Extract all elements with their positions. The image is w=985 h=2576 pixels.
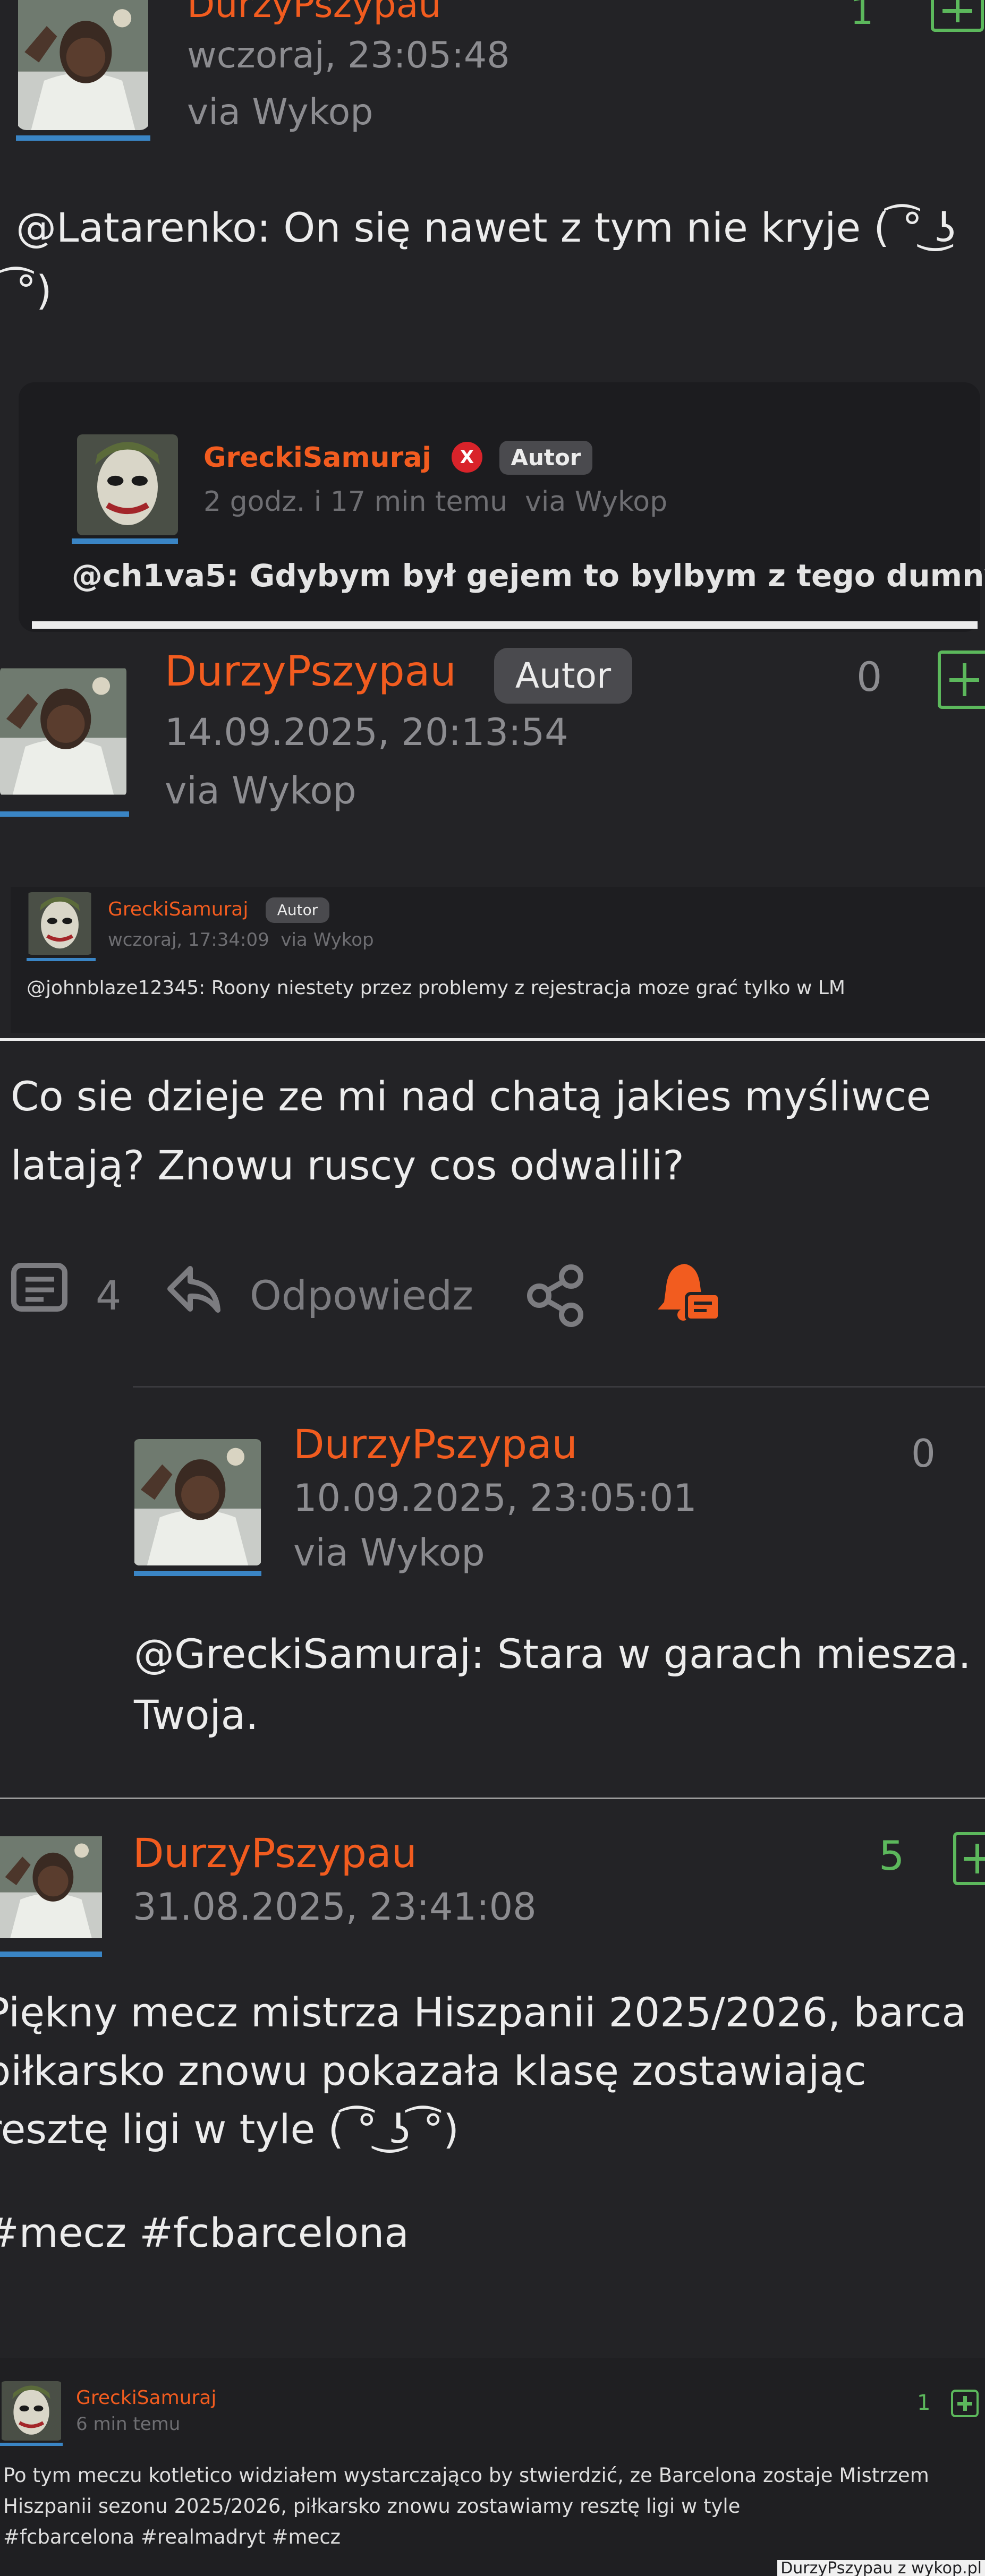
quoted-post-body: @johnblaze12345: Roony niestety przez pr… (27, 977, 845, 999)
author-name[interactable]: DurzyPszypau (187, 0, 441, 26)
author-badge: Autor (266, 897, 329, 923)
post-body-line: Piękny mecz mistrza Hiszpanii 2025/2026,… (0, 1989, 967, 2036)
post-via: via Wykop (187, 91, 373, 133)
avatar[interactable] (0, 2381, 63, 2441)
quoted-post-time: wczoraj, 17:34:09 via Wykop (108, 929, 374, 951)
reply-time: 10.09.2025, 23:05:01 (293, 1476, 697, 1520)
avatar[interactable] (16, 0, 150, 130)
post-time: 14.09.2025, 20:13:54 (165, 711, 568, 754)
avatar[interactable] (0, 666, 126, 797)
post-time: 6 min temu (76, 2414, 181, 2435)
post-body-line: latają? Znowu ruscy cos odwalili? (11, 1142, 684, 1189)
screenshot-2: DurzyPszypau Autor 14.09.2025, 20:13:54 … (0, 632, 985, 1800)
avatar[interactable] (27, 892, 93, 955)
author-badge: Autor (494, 648, 632, 704)
reply-thread-line (133, 1386, 985, 1388)
quoted-post-time: 2 godz. i 17 min temu via Wykop (203, 486, 668, 518)
avatar[interactable] (134, 1439, 261, 1565)
reply-button[interactable]: Odpowiedz (165, 1261, 494, 1325)
notification-bell-icon[interactable] (653, 1259, 723, 1328)
avatar[interactable] (0, 1824, 102, 1950)
avatar-underline (27, 958, 96, 961)
post-body-line: Co sie dzieje ze mi nad chatą jakies myś… (11, 1073, 931, 1120)
comments-icon (11, 1263, 67, 1312)
screenshot-4: GreckiSamuraj 6 min temu 1 Po tym meczu … (0, 2358, 985, 2576)
share-icon[interactable] (523, 1264, 592, 1328)
author-name[interactable]: DurzyPszypau (133, 1829, 417, 1877)
reply-body-line: Twoja. (134, 1691, 259, 1739)
status-x-icon: X (452, 442, 482, 473)
upvote-plus-icon[interactable] (938, 651, 985, 709)
post-body-line: Po tym meczu kotletico widziałem wystarc… (3, 2464, 929, 2487)
avatar-underline (72, 538, 178, 544)
screenshot-3: DurzyPszypau 31.08.2025, 23:41:08 5 Pięk… (0, 1800, 985, 2358)
divider (0, 1038, 985, 1041)
quoted-post-card: GreckiSamuraj Autor wczoraj, 17:34:09 vi… (11, 887, 985, 1033)
quoted-post-body: @ch1va5: Gdybym był gejem to bylbym z te… (72, 558, 985, 594)
vote-count: 1 (917, 2391, 931, 2415)
mention-link[interactable]: @ch1va5 (72, 558, 226, 594)
reply-icon (167, 1266, 220, 1313)
author-name[interactable]: DurzyPszypau (165, 648, 456, 696)
quoted-post-card: GreckiSamuraj X Autor 2 godz. i 17 min t… (19, 382, 985, 632)
vote-count: 0 (856, 653, 882, 700)
reply-label: Odpowiedz (250, 1272, 473, 1319)
comments-button[interactable]: 4 (11, 1261, 133, 1325)
avatar-underline (16, 135, 150, 141)
reply-via: via Wykop (293, 1531, 485, 1574)
vote-count: 1 (850, 0, 874, 33)
mention-link[interactable]: @GreckiSamuraj (134, 1630, 471, 1678)
post-time: wczoraj, 23:05:48 (187, 35, 510, 76)
reply-body-line: @GreckiSamuraj: Stara w garach miesza. (134, 1630, 971, 1678)
author-name[interactable]: GreckiSamuraj (76, 2387, 216, 2409)
upvote-plus-icon[interactable] (931, 0, 984, 32)
comments-count: 4 (96, 1272, 122, 1319)
reply-vote-count: 0 (911, 1431, 936, 1476)
quoted-author-name[interactable]: GreckiSamuraj (108, 898, 248, 920)
post-body: @Latarenko: On się nawet z tym nie kryje… (16, 204, 956, 314)
mention-link[interactable]: @Latarenko (16, 204, 257, 251)
mention-link[interactable]: @johnblaze12345 (27, 977, 199, 999)
post-body-line: piłkarsko znowu pokazała klasę zostawiaj… (0, 2047, 867, 2094)
avatar-underline (0, 1952, 102, 1957)
watermark: DurzyPszypau z wykop.pl (777, 2560, 985, 2576)
avatar-underline (0, 811, 129, 817)
avatar-underline (134, 1571, 261, 1576)
upvote-plus-icon[interactable] (953, 1832, 985, 1885)
post-tags[interactable]: #fcbarcelona #realmadryt #mecz (3, 2526, 341, 2548)
divider (0, 1798, 985, 1799)
avatar[interactable] (77, 434, 178, 535)
vote-count: 5 (879, 1832, 905, 1879)
post-body-line: Hiszpanii sezonu 2025/2026, piłkarsko zn… (3, 2495, 741, 2518)
post-time: 31.08.2025, 23:41:08 (133, 1885, 537, 1929)
divider (32, 621, 978, 629)
quoted-author-name[interactable]: GreckiSamuraj (203, 442, 431, 474)
reply-author-name[interactable]: DurzyPszypau (293, 1420, 578, 1468)
avatar-underline (0, 2443, 63, 2446)
post-body-line: resztę ligi w tyle ( ͡° ͜ʖ ͡°) (0, 2106, 459, 2153)
author-badge: Autor (499, 441, 592, 475)
screenshot-1: DurzyPszypau wczoraj, 23:05:48 via Wykop… (0, 0, 985, 632)
post-via: via Wykop (165, 769, 356, 812)
upvote-plus-icon[interactable] (951, 2390, 979, 2417)
post-tags[interactable]: #mecz #fcbarcelona (0, 2209, 409, 2256)
